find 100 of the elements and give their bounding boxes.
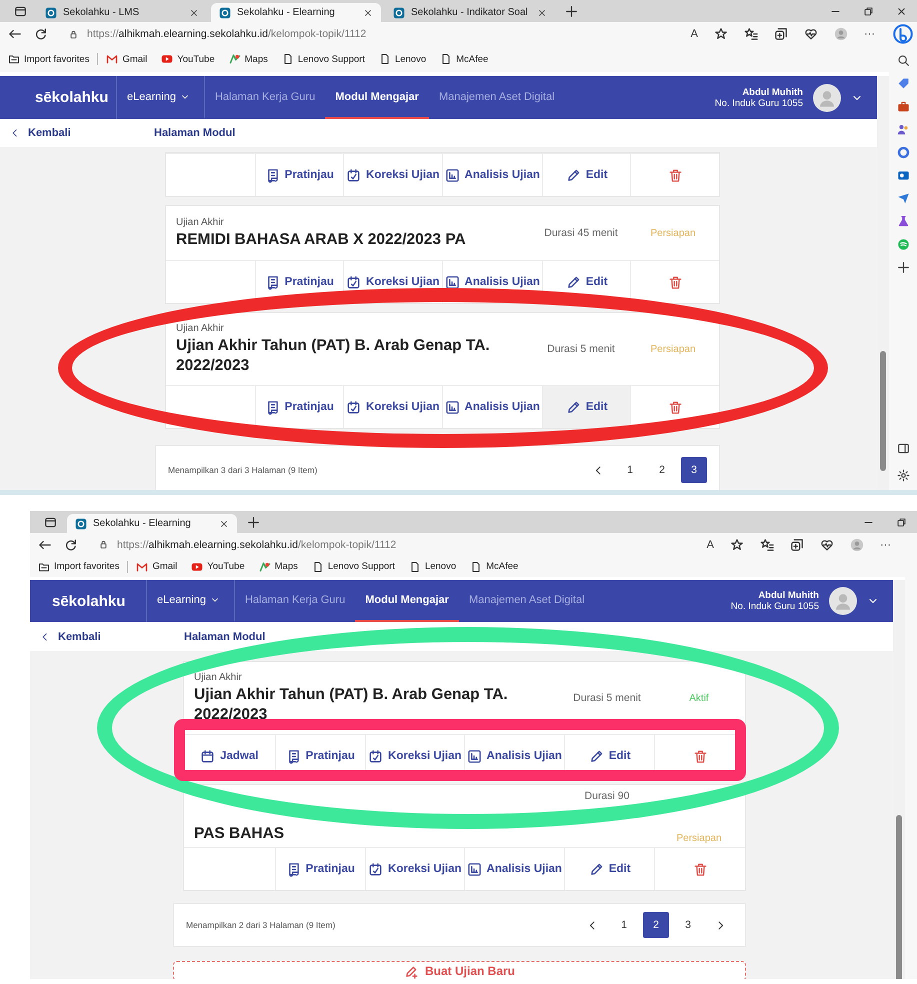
action-button[interactable]: Analisis Ujian (464, 860, 564, 878)
map-icon (228, 53, 241, 65)
action-button[interactable]: Koreksi Ujian (366, 748, 464, 764)
more-button[interactable]: ··· (880, 538, 891, 550)
restore-icon[interactable] (896, 516, 907, 528)
read-aloud-button[interactable]: A (690, 28, 698, 40)
nav-link[interactable]: Halaman Kerja Guru (204, 76, 326, 119)
close-icon[interactable] (896, 6, 907, 16)
restore-icon[interactable] (863, 6, 874, 16)
collections-icon[interactable] (790, 538, 804, 552)
favorite-link[interactable]: YouTube (161, 53, 215, 65)
scrollbar-thumb[interactable] (880, 351, 886, 471)
action-button[interactable]: Edit (586, 748, 633, 764)
favorite-link[interactable]: Lenovo (408, 560, 456, 572)
flask-icon[interactable] (896, 215, 910, 228)
action-button[interactable]: Pratinjau (262, 398, 336, 416)
heart-icon[interactable] (804, 27, 818, 41)
add-icon[interactable] (896, 261, 910, 274)
favorite-link[interactable]: Lenovo Support (312, 560, 395, 572)
action-button[interactable]: Pratinjau (262, 274, 336, 290)
sidebar-panel-icon[interactable] (896, 442, 910, 455)
music-icon[interactable] (896, 238, 910, 251)
action-button[interactable]: Pratinjau (284, 860, 357, 878)
send-icon[interactable] (896, 192, 910, 205)
pencil-icon (566, 168, 581, 182)
favorites-icon[interactable] (744, 27, 758, 41)
favorites-icon[interactable] (760, 538, 774, 552)
breadcrumb-link[interactable]: Halaman Modul (140, 127, 236, 139)
favorite-link[interactable]: McAfee (470, 560, 518, 572)
breadcrumb-link[interactable]: Halaman Modul (170, 630, 266, 642)
nav-link[interactable]: Manajemen Aset Digital (428, 76, 565, 119)
profile-icon[interactable] (834, 27, 848, 41)
scrollbar-thumb[interactable] (896, 815, 902, 979)
heart-icon[interactable] (820, 538, 834, 552)
action-button[interactable]: Edit (564, 166, 610, 184)
collections-icon[interactable] (774, 27, 788, 41)
favorite-link[interactable]: Import favorites (38, 560, 120, 572)
browser-tab[interactable]: Sekolahku - LMS (37, 3, 207, 22)
favorite-link[interactable]: Gmail (136, 560, 178, 572)
logo-icon[interactable] (893, 24, 913, 44)
avatar[interactable] (813, 84, 841, 112)
ring-icon[interactable] (896, 146, 910, 159)
action-button[interactable]: Analisis Ujian (464, 748, 564, 764)
new-tab-icon[interactable] (565, 4, 578, 18)
star-icon[interactable] (714, 27, 728, 41)
new-tab-icon[interactable] (247, 516, 260, 528)
nav-link[interactable]: Halaman Kerja Guru (234, 580, 356, 622)
briefcase-icon[interactable] (896, 100, 910, 113)
page-button[interactable]: 3 (681, 457, 707, 483)
browser-tab[interactable]: Sekolahku - Elearning (67, 514, 237, 533)
settings-icon[interactable] (896, 469, 910, 482)
back-icon[interactable] (8, 27, 22, 41)
favorite-link[interactable]: Maps (258, 560, 298, 572)
back-link[interactable]: Kembali (0, 127, 140, 139)
close-icon[interactable] (363, 8, 373, 18)
tab-actions-icon[interactable] (14, 4, 27, 18)
more-button[interactable]: ··· (864, 28, 875, 40)
exam-category: Ujian Akhir (194, 671, 243, 685)
address-field[interactable]: https://alhikmah.elearning.sekolahku.id/kelompok-topik/1112 (90, 534, 695, 554)
tab-actions-icon[interactable] (44, 516, 57, 528)
back-link[interactable]: Kembali (30, 630, 170, 642)
avatar[interactable] (829, 587, 857, 615)
tag-icon[interactable] (896, 77, 910, 90)
exam-duration: Durasi 90 (584, 790, 630, 802)
close-icon[interactable] (537, 8, 547, 18)
close-icon[interactable] (219, 518, 229, 528)
refresh-icon[interactable] (34, 27, 48, 41)
action-button[interactable]: Pratinjau (262, 166, 336, 184)
search-icon[interactable] (896, 54, 910, 67)
read-aloud-button[interactable]: A (706, 538, 714, 550)
action-button[interactable]: Pratinjau (284, 748, 357, 764)
star-icon[interactable] (730, 538, 744, 552)
favorite-link[interactable]: Lenovo (378, 53, 426, 65)
favorite-link[interactable]: Lenovo Support (282, 53, 365, 65)
favorite-link[interactable]: Import favorites (8, 53, 90, 65)
profile-icon[interactable] (850, 538, 864, 552)
close-icon[interactable] (189, 8, 199, 18)
trash-icon (692, 748, 708, 764)
action-button[interactable]: Analisis Ujian (442, 398, 542, 416)
nav-link[interactable]: Manajemen Aset Digital (458, 580, 595, 622)
browser-tab[interactable]: Sekolahku - Indikator Soal (385, 3, 555, 22)
page-button[interactable]: 2 (643, 912, 669, 938)
action-button[interactable]: Jadwal (198, 748, 260, 764)
favorite-link[interactable]: Maps (228, 53, 268, 65)
people-icon[interactable] (896, 123, 910, 136)
action-button[interactable]: Edit (564, 274, 610, 290)
refresh-icon[interactable] (64, 538, 78, 552)
action-button[interactable]: Koreksi Ujian (344, 398, 442, 416)
browser-tab[interactable]: Sekolahku - Elearning (211, 3, 381, 22)
favorite-link[interactable]: YouTube (191, 560, 245, 572)
action-button[interactable]: Analisis Ujian (442, 166, 542, 184)
action-button[interactable]: Koreksi Ujian (344, 166, 442, 184)
action-button[interactable]: Edit (586, 860, 633, 878)
action-button[interactable]: Analisis Ujian (442, 274, 542, 290)
action-button[interactable]: Koreksi Ujian (344, 274, 442, 290)
address-field[interactable]: https://alhikmah.elearning.sekolahku.id/kelompok-topik/1112 (60, 24, 679, 44)
create-exam-button[interactable]: Buat Ujian Baru (173, 961, 746, 979)
action-button[interactable]: Koreksi Ujian (366, 860, 464, 878)
favorite-link[interactable]: Gmail (106, 53, 148, 65)
favorite-link[interactable]: McAfee (440, 53, 488, 65)
